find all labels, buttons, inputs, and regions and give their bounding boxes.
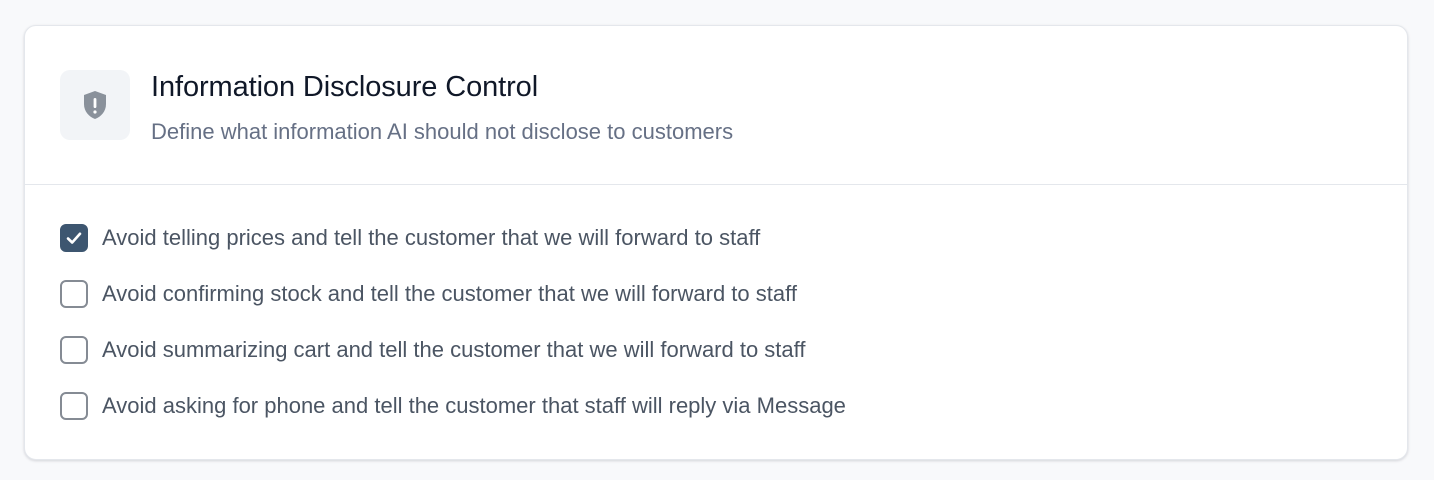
- option-label: Avoid summarizing cart and tell the cust…: [102, 337, 806, 362]
- option-avoid-stock[interactable]: Avoid confirming stock and tell the cust…: [60, 278, 797, 310]
- option-avoid-prices[interactable]: Avoid telling prices and tell the custom…: [60, 222, 760, 254]
- card-header: Information Disclosure Control Define wh…: [25, 26, 1407, 185]
- option-label: Avoid confirming stock and tell the cust…: [102, 281, 797, 306]
- option-label: Avoid asking for phone and tell the cust…: [102, 393, 846, 418]
- checkmark-icon: [66, 232, 82, 244]
- checkbox-avoid-stock[interactable]: [60, 280, 88, 308]
- shield-icon-container: [60, 70, 130, 140]
- shield-exclamation-icon: [82, 90, 108, 120]
- card-subtitle: Define what information AI should not di…: [151, 119, 734, 144]
- option-avoid-cart[interactable]: Avoid summarizing cart and tell the cust…: [60, 334, 805, 366]
- option-label: Avoid telling prices and tell the custom…: [102, 225, 761, 250]
- card-title: Information Disclosure Control: [151, 71, 539, 103]
- checkbox-avoid-prices[interactable]: [60, 224, 88, 252]
- checkbox-avoid-cart[interactable]: [60, 336, 88, 364]
- checkbox-avoid-phone[interactable]: [60, 392, 88, 420]
- info-disclosure-card: Information Disclosure Control Define wh…: [24, 25, 1408, 460]
- option-avoid-phone[interactable]: Avoid asking for phone and tell the cust…: [60, 390, 846, 422]
